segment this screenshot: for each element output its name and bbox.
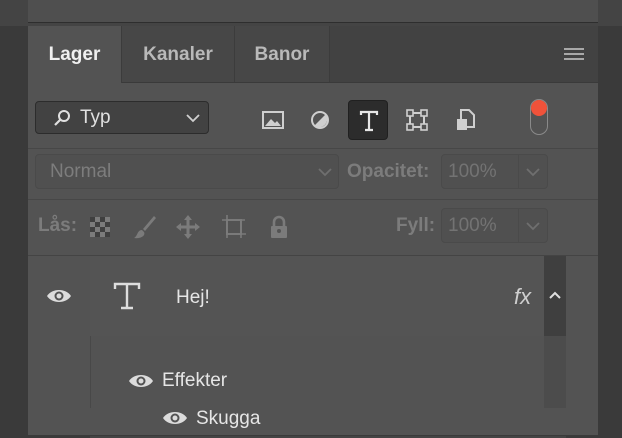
adjustment-filter-icon (311, 111, 329, 129)
panel-menu-icon[interactable] (564, 48, 584, 62)
opacity-input[interactable]: 100% (441, 154, 519, 189)
effect-name: Skugga (196, 408, 261, 429)
eye-icon[interactable] (46, 288, 72, 304)
divider (28, 148, 598, 149)
type-filter-button[interactable] (348, 100, 388, 140)
image-filter-button[interactable] (253, 100, 293, 140)
image-filter-icon (262, 111, 284, 129)
scroll-track (544, 336, 566, 408)
lock-all-icon[interactable] (266, 214, 292, 240)
divider (28, 199, 598, 200)
lock-artboard-icon[interactable] (221, 214, 247, 240)
shape-filter-button[interactable] (397, 100, 437, 140)
type-filter-icon (359, 110, 379, 132)
eye-icon[interactable] (162, 410, 188, 426)
filter-toggle-indicator (531, 100, 547, 116)
top-panel-strip (0, 0, 622, 26)
chevron-down-icon (186, 114, 200, 123)
layers-list: Hej! fx Effekter Skugga (28, 256, 598, 438)
fill-dropdown-button[interactable] (518, 208, 548, 243)
type-layer-icon (113, 282, 141, 310)
smart-object-filter-icon (457, 109, 475, 130)
fill-value: 100% (448, 215, 497, 236)
tab-lager[interactable]: Lager (28, 26, 122, 83)
adjustment-filter-button[interactable] (300, 100, 340, 140)
lock-label: Lås: (38, 215, 78, 236)
chevron-down-icon (318, 168, 332, 177)
blend-mode-label: Normal (50, 161, 112, 182)
search-icon (54, 110, 70, 126)
collapse-effects-button[interactable] (544, 256, 566, 336)
chevron-down-icon (526, 168, 540, 177)
shape-filter-icon (406, 109, 428, 131)
eye-icon[interactable] (128, 373, 154, 389)
opacity-value: 100% (448, 161, 497, 182)
upper-panel (28, 0, 598, 23)
lock-transparent-pixels-icon[interactable] (88, 214, 114, 240)
blend-mode-select[interactable]: Normal (35, 154, 339, 189)
effects-label: Effekter (162, 370, 228, 391)
opacity-dropdown-button[interactable] (518, 154, 548, 189)
filter-type-label: Typ (80, 107, 111, 128)
filter-type-select[interactable]: Typ (35, 101, 209, 134)
fill-label: Fyll: (396, 215, 436, 236)
layer-row[interactable]: Hej! fx (90, 256, 544, 336)
visibility-column (28, 256, 91, 408)
lock-position-icon[interactable] (175, 214, 201, 240)
fill-input[interactable]: 100% (441, 208, 519, 243)
lock-image-pixels-icon[interactable] (132, 214, 158, 240)
tab-banor[interactable]: Banor (235, 26, 330, 82)
layers-panel: Lager Kanaler Banor Typ Normal Opacitet:… (28, 26, 598, 438)
tab-kanaler[interactable]: Kanaler (122, 26, 235, 82)
layer-name: Hej! (176, 287, 210, 308)
chevron-up-icon (549, 291, 561, 299)
panel-tabbar: Lager Kanaler Banor (28, 26, 598, 83)
filter-toggle[interactable] (530, 99, 548, 135)
smart-object-filter-button[interactable] (446, 100, 486, 140)
fx-icon[interactable]: fx (514, 284, 531, 310)
opacity-label: Opacitet: (347, 161, 430, 182)
chevron-down-icon (526, 222, 540, 231)
